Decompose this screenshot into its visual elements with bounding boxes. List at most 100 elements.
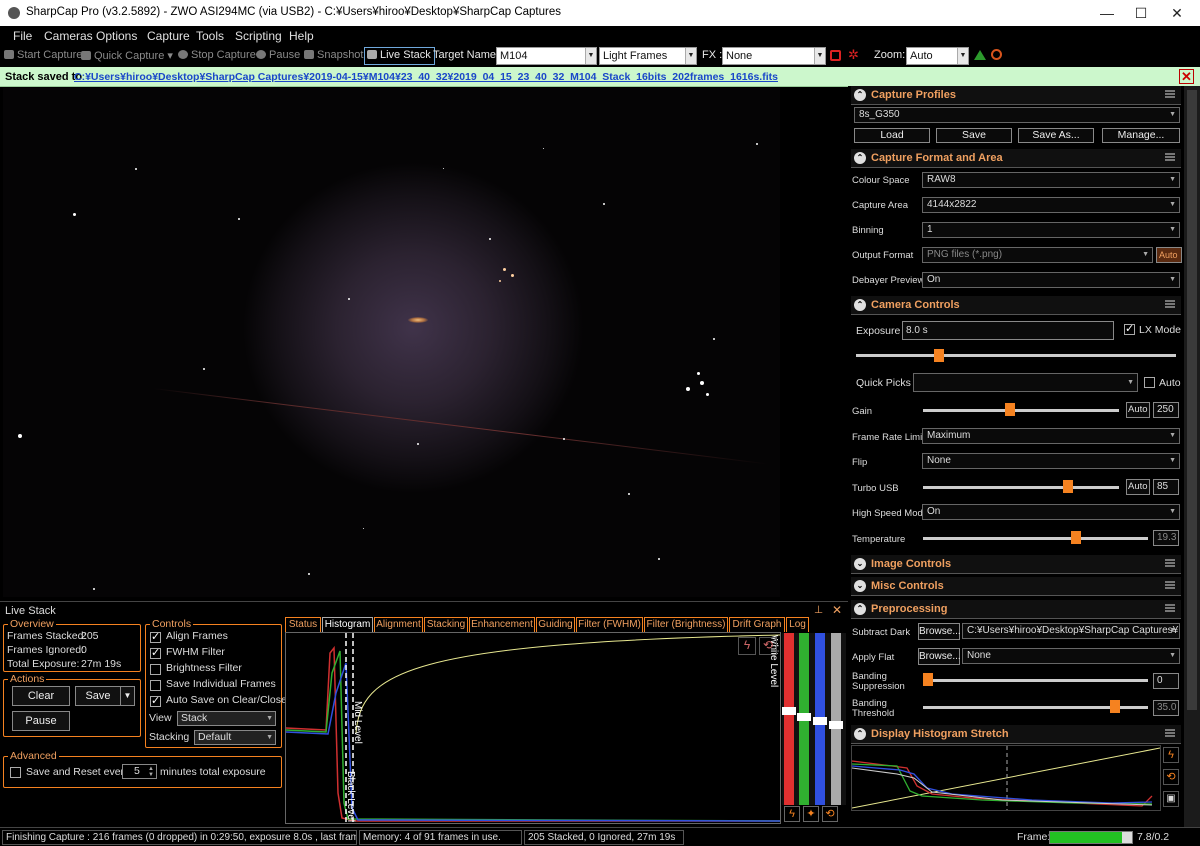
stacking-dropdown[interactable]: Default ▼ bbox=[194, 730, 276, 745]
tab-status[interactable]: Status bbox=[285, 617, 321, 632]
blue-thumb[interactable] bbox=[813, 717, 827, 725]
tab-stacking[interactable]: Stacking bbox=[424, 617, 468, 632]
banding-suppression-slider[interactable] bbox=[923, 679, 1148, 682]
cancel-icon[interactable]: ✲ bbox=[848, 48, 859, 62]
tab-drift-graph[interactable]: Drift Graph bbox=[729, 617, 785, 632]
binning-dropdown[interactable]: 1 ▼ bbox=[922, 222, 1180, 238]
gain-slider-thumb[interactable] bbox=[1004, 403, 1015, 416]
zoom-combo[interactable]: Auto ▼ bbox=[906, 47, 969, 65]
quick-capture-button[interactable]: Quick Capture ▾ bbox=[81, 49, 173, 62]
banding-threshold-thumb[interactable] bbox=[1110, 700, 1121, 713]
browse-dark-button[interactable]: Browse... bbox=[918, 623, 961, 640]
luminance-slider[interactable] bbox=[831, 633, 841, 805]
manage-profiles-button[interactable]: Manage... bbox=[1102, 128, 1180, 143]
turbo-usb-slider-thumb[interactable] bbox=[1062, 480, 1073, 493]
view-dropdown[interactable]: Stack ▼ bbox=[177, 711, 276, 726]
flat-frame-dropdown[interactable]: None ▼ bbox=[962, 648, 1180, 664]
banding-threshold-input[interactable]: 35.0 bbox=[1153, 700, 1179, 716]
snapshot-button[interactable]: Snapshot bbox=[304, 49, 363, 61]
menu-file[interactable]: File bbox=[13, 29, 32, 43]
colour-space-dropdown[interactable]: RAW8 ▼ bbox=[922, 172, 1180, 188]
save-as-profile-button[interactable]: Save As... bbox=[1018, 128, 1094, 143]
quick-picks-dropdown[interactable]: ▼ bbox=[913, 373, 1138, 392]
capture-format-header[interactable]: ⌃ Capture Format and Area bbox=[851, 149, 1181, 168]
menu-help[interactable]: Help bbox=[289, 29, 314, 43]
menu-icon[interactable] bbox=[1165, 300, 1175, 308]
tab-filter-brightness[interactable]: Filter (Brightness) bbox=[644, 617, 728, 632]
menu-icon[interactable] bbox=[1165, 153, 1175, 161]
banding-suppression-input[interactable]: 0 bbox=[1153, 673, 1179, 689]
scrollbar-thumb[interactable] bbox=[1187, 90, 1197, 710]
misc-controls-header[interactable]: ⌄ Misc Controls bbox=[851, 577, 1181, 596]
fwhm-filter-checkbox[interactable] bbox=[150, 646, 161, 659]
tab-filter-fwhm[interactable]: Filter (FWHM) bbox=[576, 617, 643, 632]
browse-flat-button[interactable]: Browse... bbox=[918, 648, 961, 665]
gain-auto-button[interactable]: Auto bbox=[1126, 402, 1150, 418]
menu-options[interactable]: Options bbox=[96, 29, 137, 43]
close-button[interactable]: ✕ bbox=[1154, 0, 1200, 26]
histogram-icon[interactable] bbox=[974, 50, 986, 60]
pause-stack-button[interactable]: Pause bbox=[12, 711, 70, 731]
histogram-stretch-header[interactable]: ⌃ Display Histogram Stretch bbox=[851, 725, 1181, 744]
gain-slider[interactable] bbox=[923, 409, 1119, 412]
image-controls-header[interactable]: ⌄ Image Controls bbox=[851, 555, 1181, 574]
save-reset-checkbox[interactable] bbox=[10, 767, 21, 778]
save-dropdown-button[interactable]: ▼ bbox=[120, 686, 135, 706]
save-button[interactable]: Save bbox=[75, 686, 121, 706]
flip-dropdown[interactable]: None ▼ bbox=[922, 453, 1180, 469]
profile-dropdown[interactable]: 8s_G350 ▼ bbox=[854, 107, 1180, 123]
tab-alignment[interactable]: Alignment bbox=[374, 617, 423, 632]
align-frames-checkbox[interactable] bbox=[150, 630, 161, 643]
red-channel-slider[interactable] bbox=[784, 633, 794, 805]
luma-thumb[interactable] bbox=[829, 721, 843, 729]
turbo-usb-slider[interactable] bbox=[923, 486, 1119, 489]
frame-type-combo[interactable]: Light Frames ▼ bbox=[599, 47, 697, 65]
pin-icon[interactable]: ⊥ bbox=[814, 604, 823, 616]
focus-icon[interactable] bbox=[991, 49, 1002, 60]
start-capture-button[interactable]: Start Capture bbox=[4, 49, 82, 61]
undo-icon[interactable]: ⟲ bbox=[822, 806, 838, 822]
gain-input[interactable]: 250 bbox=[1153, 402, 1179, 418]
menu-icon[interactable] bbox=[1165, 581, 1175, 589]
stack-histogram[interactable]: Mid Level Black Level White Level ϟ ⟲ bbox=[285, 632, 781, 824]
stop-capture-button[interactable]: Stop Capture bbox=[178, 49, 256, 61]
frame-rate-dropdown[interactable]: Maximum ▼ bbox=[922, 428, 1180, 444]
menu-tools[interactable]: Tools bbox=[196, 29, 224, 43]
reset-icon[interactable]: ⟲ bbox=[759, 637, 777, 655]
menu-icon[interactable] bbox=[1165, 559, 1175, 567]
tab-log[interactable]: Log bbox=[786, 617, 809, 632]
target-name-combo[interactable]: M104 ▼ bbox=[496, 47, 597, 65]
menu-icon[interactable] bbox=[1165, 729, 1175, 737]
display-stretch-histogram[interactable] bbox=[851, 745, 1161, 811]
output-auto-button[interactable]: Auto bbox=[1156, 247, 1182, 263]
preprocessing-header[interactable]: ⌃ Preprocessing bbox=[851, 600, 1181, 619]
tab-enhancement[interactable]: Enhancement bbox=[469, 617, 535, 632]
lx-mode-checkbox[interactable] bbox=[1124, 322, 1135, 335]
minutes-stepper[interactable]: 5 ▲ ▼ bbox=[122, 764, 157, 779]
turbo-auto-button[interactable]: Auto bbox=[1126, 479, 1150, 495]
tab-guiding[interactable]: Guiding bbox=[536, 617, 575, 632]
close-icon[interactable]: ✕ bbox=[1179, 69, 1194, 84]
auto-stretch-icon[interactable]: ϟ bbox=[738, 637, 756, 655]
quick-picks-auto-checkbox[interactable] bbox=[1144, 377, 1155, 388]
tab-histogram[interactable]: Histogram bbox=[322, 617, 373, 632]
live-image-view[interactable] bbox=[3, 88, 780, 597]
high-speed-dropdown[interactable]: On ▼ bbox=[922, 504, 1180, 520]
green-thumb[interactable] bbox=[797, 713, 811, 721]
banding-suppression-thumb[interactable] bbox=[923, 673, 933, 686]
stop-record-icon[interactable] bbox=[830, 50, 841, 61]
sparkle-icon[interactable]: ✦ bbox=[803, 806, 819, 822]
exposure-input[interactable]: 8.0 s bbox=[902, 321, 1114, 340]
pause-button[interactable]: Pause bbox=[256, 49, 300, 61]
debayer-dropdown[interactable]: On ▼ bbox=[922, 272, 1180, 288]
exposure-slider[interactable] bbox=[856, 354, 1176, 357]
capture-area-dropdown[interactable]: 4144x2822 ▼ bbox=[922, 197, 1180, 213]
menu-capture[interactable]: Capture bbox=[147, 29, 190, 43]
save-stretch-icon[interactable]: ▣ bbox=[1163, 791, 1179, 807]
capture-profiles-header[interactable]: ⌃ Capture Profiles bbox=[851, 86, 1181, 105]
output-format-dropdown[interactable]: PNG files (*.png) ▼ bbox=[922, 247, 1153, 263]
reset-stretch-icon[interactable]: ⟲ bbox=[1163, 769, 1179, 785]
brightness-filter-checkbox[interactable] bbox=[150, 664, 161, 675]
lightning-icon[interactable]: ϟ bbox=[784, 806, 800, 822]
save-individual-checkbox[interactable] bbox=[150, 680, 161, 691]
